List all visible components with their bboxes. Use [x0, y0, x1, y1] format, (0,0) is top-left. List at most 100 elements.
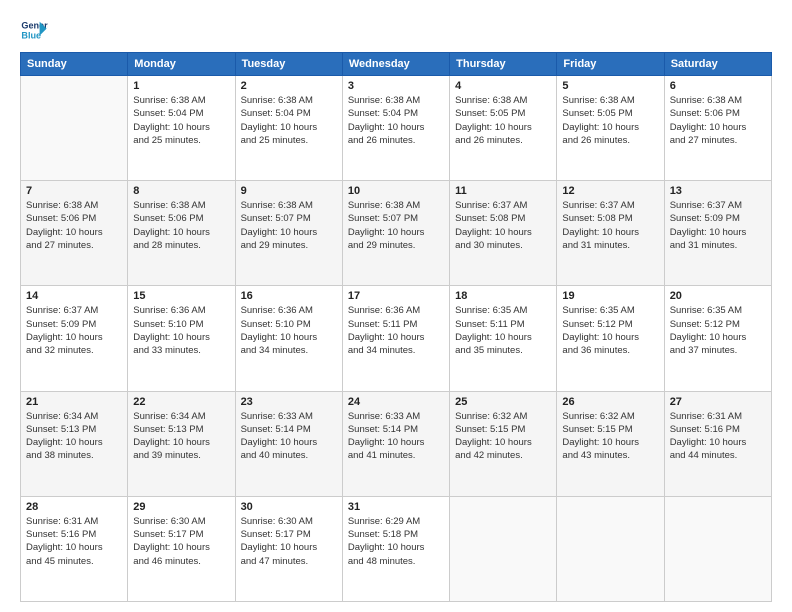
- day-info: Sunrise: 6:38 AMSunset: 5:06 PMDaylight:…: [670, 94, 766, 147]
- day-info: Sunrise: 6:38 AMSunset: 5:06 PMDaylight:…: [133, 199, 229, 252]
- day-number: 10: [348, 185, 444, 197]
- header-monday: Monday: [128, 53, 235, 76]
- day-number: 17: [348, 290, 444, 302]
- day-info: Sunrise: 6:34 AMSunset: 5:13 PMDaylight:…: [133, 410, 229, 463]
- calendar-cell: 23Sunrise: 6:33 AMSunset: 5:14 PMDayligh…: [235, 391, 342, 496]
- day-info: Sunrise: 6:35 AMSunset: 5:12 PMDaylight:…: [670, 304, 766, 357]
- calendar-body: 1 Sunrise: 6:38 AMSunset: 5:04 PMDaylight…: [21, 76, 772, 602]
- calendar-cell: 28 Sunrise: 6:31 AMSunset: 5:16 PMDayligh…: [21, 496, 128, 601]
- day-info: Sunrise: 6:31 AMSunset: 5:16 PMDaylight:…: [670, 410, 766, 463]
- day-number: 1: [133, 80, 229, 92]
- calendar-cell: [450, 496, 557, 601]
- calendar-cell: [557, 496, 664, 601]
- calendar-cell: 7 Sunrise: 6:38 AMSunset: 5:06 PMDaylight…: [21, 181, 128, 286]
- day-info: Sunrise: 6:36 AMSunset: 5:11 PMDaylight:…: [348, 304, 444, 357]
- day-info: Sunrise: 6:36 AMSunset: 5:10 PMDaylight:…: [241, 304, 337, 357]
- calendar-header: SundayMondayTuesdayWednesdayThursdayFrid…: [21, 53, 772, 76]
- calendar-cell: 20 Sunrise: 6:35 AMSunset: 5:12 PMDayligh…: [664, 286, 771, 391]
- day-number: 21: [26, 396, 122, 408]
- page-header: General Blue: [20, 16, 772, 44]
- day-number: 26: [562, 396, 658, 408]
- calendar-cell: 18 Sunrise: 6:35 AMSunset: 5:11 PMDayligh…: [450, 286, 557, 391]
- day-info: Sunrise: 6:35 AMSunset: 5:11 PMDaylight:…: [455, 304, 551, 357]
- day-number: 8: [133, 185, 229, 197]
- calendar-cell: 5 Sunrise: 6:38 AMSunset: 5:05 PMDaylight…: [557, 76, 664, 181]
- header-friday: Friday: [557, 53, 664, 76]
- day-number: 30: [241, 501, 337, 513]
- calendar-cell: 25Sunrise: 6:32 AMSunset: 5:15 PMDayligh…: [450, 391, 557, 496]
- header-tuesday: Tuesday: [235, 53, 342, 76]
- calendar-cell: 29 Sunrise: 6:30 AMSunset: 5:17 PMDayligh…: [128, 496, 235, 601]
- day-info: Sunrise: 6:38 AMSunset: 5:07 PMDaylight:…: [241, 199, 337, 252]
- calendar-cell: 6Sunrise: 6:38 AMSunset: 5:06 PMDaylight…: [664, 76, 771, 181]
- week-row-3: 14 Sunrise: 6:37 AMSunset: 5:09 PMDayligh…: [21, 286, 772, 391]
- calendar-cell: 24Sunrise: 6:33 AMSunset: 5:14 PMDayligh…: [342, 391, 449, 496]
- day-number: 2: [241, 80, 337, 92]
- calendar-cell: 9 Sunrise: 6:38 AMSunset: 5:07 PMDaylight…: [235, 181, 342, 286]
- day-info: Sunrise: 6:38 AMSunset: 5:05 PMDaylight:…: [455, 94, 551, 147]
- day-number: 9: [241, 185, 337, 197]
- calendar-cell: 22 Sunrise: 6:34 AMSunset: 5:13 PMDayligh…: [128, 391, 235, 496]
- day-info: Sunrise: 6:37 AMSunset: 5:08 PMDaylight:…: [562, 199, 658, 252]
- day-info: Sunrise: 6:38 AMSunset: 5:04 PMDaylight:…: [133, 94, 229, 147]
- calendar-cell: 19 Sunrise: 6:35 AMSunset: 5:12 PMDayligh…: [557, 286, 664, 391]
- day-info: Sunrise: 6:30 AMSunset: 5:17 PMDaylight:…: [133, 515, 229, 568]
- day-info: Sunrise: 6:31 AMSunset: 5:16 PMDaylight:…: [26, 515, 122, 568]
- calendar-table: SundayMondayTuesdayWednesdayThursdayFrid…: [20, 52, 772, 602]
- day-number: 5: [562, 80, 658, 92]
- day-info: Sunrise: 6:33 AMSunset: 5:14 PMDaylight:…: [348, 410, 444, 463]
- day-number: 29: [133, 501, 229, 513]
- week-row-4: 21 Sunrise: 6:34 AMSunset: 5:13 PMDayligh…: [21, 391, 772, 496]
- logo: General Blue: [20, 16, 48, 44]
- calendar-cell: 11 Sunrise: 6:37 AMSunset: 5:08 PMDayligh…: [450, 181, 557, 286]
- week-row-2: 7 Sunrise: 6:38 AMSunset: 5:06 PMDaylight…: [21, 181, 772, 286]
- calendar-cell: 8 Sunrise: 6:38 AMSunset: 5:06 PMDaylight…: [128, 181, 235, 286]
- calendar-cell: 2 Sunrise: 6:38 AMSunset: 5:04 PMDaylight…: [235, 76, 342, 181]
- day-number: 18: [455, 290, 551, 302]
- day-info: Sunrise: 6:37 AMSunset: 5:09 PMDaylight:…: [670, 199, 766, 252]
- day-number: 20: [670, 290, 766, 302]
- calendar-cell: 13 Sunrise: 6:37 AMSunset: 5:09 PMDayligh…: [664, 181, 771, 286]
- logo-icon: General Blue: [20, 16, 48, 44]
- svg-text:Blue: Blue: [21, 30, 41, 40]
- day-info: Sunrise: 6:34 AMSunset: 5:13 PMDaylight:…: [26, 410, 122, 463]
- day-info: Sunrise: 6:38 AMSunset: 5:04 PMDaylight:…: [348, 94, 444, 147]
- day-number: 7: [26, 185, 122, 197]
- day-info: Sunrise: 6:37 AMSunset: 5:09 PMDaylight:…: [26, 304, 122, 357]
- calendar-cell: 21 Sunrise: 6:34 AMSunset: 5:13 PMDayligh…: [21, 391, 128, 496]
- calendar-cell: 14 Sunrise: 6:37 AMSunset: 5:09 PMDayligh…: [21, 286, 128, 391]
- day-info: Sunrise: 6:38 AMSunset: 5:04 PMDaylight:…: [241, 94, 337, 147]
- header-row: SundayMondayTuesdayWednesdayThursdayFrid…: [21, 53, 772, 76]
- calendar-cell: 26 Sunrise: 6:32 AMSunset: 5:15 PMDayligh…: [557, 391, 664, 496]
- day-number: 31: [348, 501, 444, 513]
- day-info: Sunrise: 6:35 AMSunset: 5:12 PMDaylight:…: [562, 304, 658, 357]
- day-number: 15: [133, 290, 229, 302]
- day-info: Sunrise: 6:32 AMSunset: 5:15 PMDaylight:…: [562, 410, 658, 463]
- calendar-cell: 31 Sunrise: 6:29 AMSunset: 5:18 PMDayligh…: [342, 496, 449, 601]
- header-sunday: Sunday: [21, 53, 128, 76]
- day-number: 13: [670, 185, 766, 197]
- day-number: 27: [670, 396, 766, 408]
- calendar-cell: 27 Sunrise: 6:31 AMSunset: 5:16 PMDayligh…: [664, 391, 771, 496]
- day-info: Sunrise: 6:38 AMSunset: 5:05 PMDaylight:…: [562, 94, 658, 147]
- calendar-page: General Blue SundayMondayTuesdayWednesda…: [0, 0, 792, 612]
- calendar-cell: 15 Sunrise: 6:36 AMSunset: 5:10 PMDayligh…: [128, 286, 235, 391]
- day-number: 11: [455, 185, 551, 197]
- day-info: Sunrise: 6:38 AMSunset: 5:06 PMDaylight:…: [26, 199, 122, 252]
- day-number: 19: [562, 290, 658, 302]
- day-info: Sunrise: 6:29 AMSunset: 5:18 PMDaylight:…: [348, 515, 444, 568]
- day-number: 23: [241, 396, 337, 408]
- day-number: 14: [26, 290, 122, 302]
- calendar-cell: 16Sunrise: 6:36 AMSunset: 5:10 PMDayligh…: [235, 286, 342, 391]
- week-row-5: 28 Sunrise: 6:31 AMSunset: 5:16 PMDayligh…: [21, 496, 772, 601]
- day-number: 25: [455, 396, 551, 408]
- day-info: Sunrise: 6:36 AMSunset: 5:10 PMDaylight:…: [133, 304, 229, 357]
- day-number: 22: [133, 396, 229, 408]
- calendar-cell: [21, 76, 128, 181]
- day-number: 12: [562, 185, 658, 197]
- header-thursday: Thursday: [450, 53, 557, 76]
- calendar-cell: 1 Sunrise: 6:38 AMSunset: 5:04 PMDaylight…: [128, 76, 235, 181]
- day-info: Sunrise: 6:37 AMSunset: 5:08 PMDaylight:…: [455, 199, 551, 252]
- day-info: Sunrise: 6:30 AMSunset: 5:17 PMDaylight:…: [241, 515, 337, 568]
- day-number: 28: [26, 501, 122, 513]
